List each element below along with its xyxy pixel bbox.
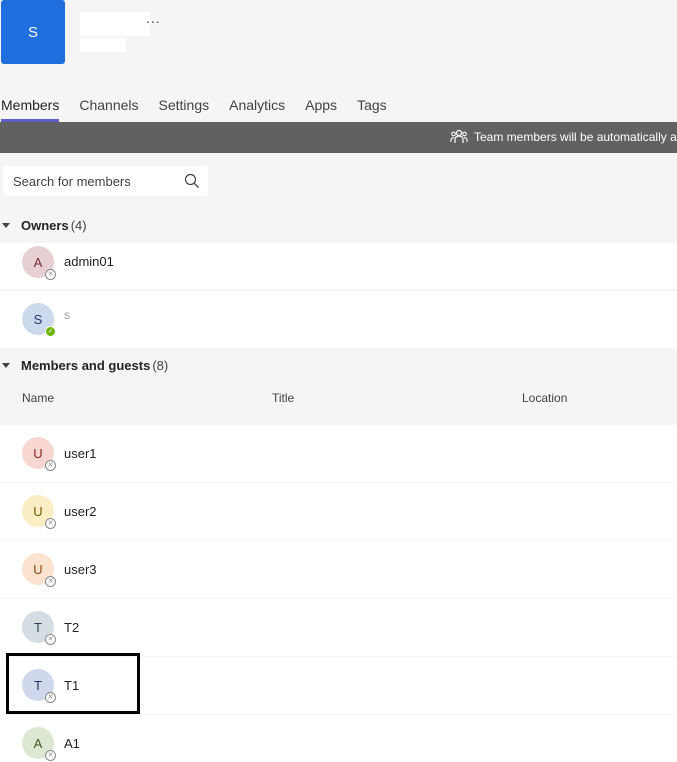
avatar-initial: U [33,445,43,461]
tab-tags[interactable]: Tags [357,97,387,122]
column-header-name[interactable]: Name [22,391,54,405]
tab-members[interactable]: Members [1,97,60,122]
member-search [3,166,208,196]
team-subtitle [80,38,126,52]
column-header-title[interactable]: Title [272,391,294,405]
section-title: Owners [21,217,69,233]
member-name: T2 [64,620,80,635]
search-input[interactable] [13,173,183,189]
member-name: S [64,311,71,321]
offline-status-icon: ✕ [45,750,56,761]
table-row[interactable]: U ✕ user1 [0,425,677,482]
avatar-initial: A [33,735,43,751]
offline-status-icon: ✕ [45,460,56,471]
offline-status-icon: ✕ [45,269,56,280]
avatar: S ✓ [22,303,56,337]
available-status-icon: ✓ [45,326,56,337]
tab-apps[interactable]: Apps [305,97,337,122]
tab-channels[interactable]: Channels [79,97,138,122]
chevron-down-icon [2,222,10,228]
table-row[interactable]: T ✕ T2 [0,599,677,656]
member-name: admin01 [64,254,114,269]
tab-bar: Members Channels Settings Analytics Apps… [1,97,407,122]
avatar-initial: U [33,561,43,577]
search-icon[interactable] [184,173,200,189]
table-row[interactable]: U ✕ user3 [0,541,677,598]
section-count: (8) [152,357,169,373]
table-row[interactable]: U ✕ user2 [0,483,677,540]
avatar: U ✕ [22,553,56,587]
offline-status-icon: ✕ [45,576,56,587]
member-name: user1 [64,446,97,461]
owners-section-header[interactable]: Owners (4) [0,215,87,235]
avatar: A ✕ [22,246,56,280]
avatar-initial: S [33,311,43,327]
banner-text: Team members will be automatically ac [474,130,677,144]
offline-status-icon: ✕ [45,634,56,645]
table-row[interactable]: A ✕ A1 [0,715,677,762]
info-banner: Team members will be automatically ac [0,122,677,153]
team-avatar[interactable]: S [1,0,65,64]
avatar-initial: U [33,503,43,519]
members-guests-section-header[interactable]: Members and guests (8) [0,355,168,375]
list-item[interactable]: S ✓ S [0,291,677,348]
tab-analytics[interactable]: Analytics [229,97,285,122]
member-name: A1 [64,736,80,751]
avatar: T ✕ [22,611,56,645]
avatar-initial: A [33,254,43,270]
more-options-button[interactable]: ... [146,10,161,26]
chevron-down-icon [2,362,10,368]
avatar-initial: T [34,619,42,635]
avatar: U ✕ [22,437,56,471]
list-item[interactable]: A ✕ admin01 [0,243,677,289]
avatar: A ✕ [22,727,56,761]
offline-status-icon: ✕ [45,518,56,529]
section-title: Members and guests [21,357,151,373]
people-group-icon [450,129,468,143]
team-name [80,12,150,36]
member-name: user2 [64,504,97,519]
tab-settings[interactable]: Settings [159,97,210,122]
member-name: user3 [64,562,97,577]
section-count: (4) [70,217,87,233]
column-header-location[interactable]: Location [522,391,567,405]
avatar: U ✕ [22,495,56,529]
selection-highlight [6,653,140,714]
